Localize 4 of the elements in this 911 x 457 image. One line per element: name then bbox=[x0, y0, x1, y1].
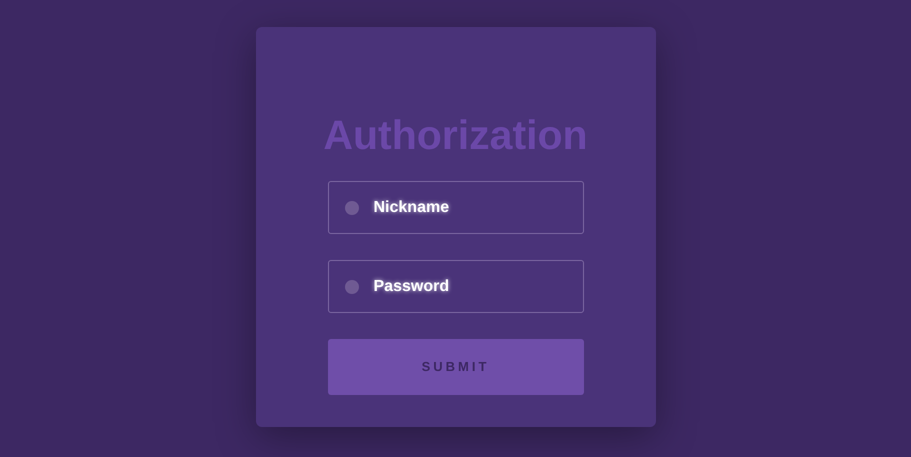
field-label: Nickname bbox=[374, 198, 450, 218]
field-label: Password bbox=[374, 276, 450, 296]
input-field[interactable]: Password bbox=[328, 260, 584, 313]
input-field[interactable]: Nickname bbox=[328, 181, 584, 234]
